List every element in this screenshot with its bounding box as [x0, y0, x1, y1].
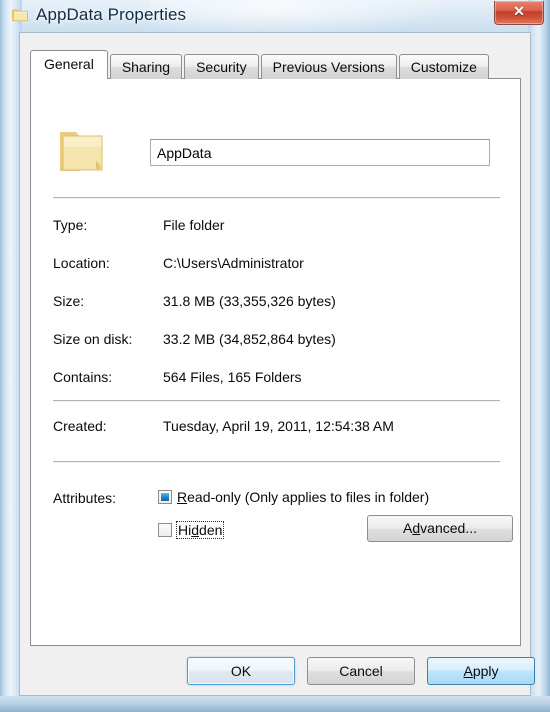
hidden-prefix: Hi — [178, 522, 192, 538]
folder-name-input[interactable] — [150, 139, 490, 166]
property-label-location: Location: — [53, 255, 110, 271]
advanced-prefix: A — [403, 520, 413, 536]
property-label-type: Type: — [53, 217, 88, 233]
separator-middle — [53, 400, 500, 402]
ok-button[interactable]: OK — [187, 657, 295, 685]
cancel-button[interactable]: Cancel — [307, 657, 415, 685]
property-value-type: File folder — [163, 217, 225, 233]
tab-previous-versions[interactable]: Previous Versions — [260, 54, 397, 79]
window-frame-bottom — [0, 696, 550, 712]
attributes-label: Attributes: — [53, 490, 117, 506]
readonly-checkbox[interactable] — [158, 490, 172, 504]
tab-strip: General Sharing Security Previous Versio… — [30, 50, 491, 79]
readonly-checkbox-label: Read-only (Only applies to files in fold… — [177, 489, 429, 505]
large-folder-icon — [60, 132, 103, 171]
separator-top — [53, 197, 500, 199]
property-value-location: C:\Users\Administrator — [163, 255, 304, 271]
advanced-suffix: vanced... — [420, 520, 477, 536]
close-icon: ✕ — [513, 3, 525, 19]
apply-suffix: pply — [472, 663, 499, 679]
window-title: AppData Properties — [36, 5, 187, 24]
readonly-mnemonic: R — [177, 489, 188, 505]
dialog-client-area: General Sharing Security Previous Versio… — [19, 32, 535, 696]
property-label-size: Size: — [53, 293, 85, 309]
properties-dialog-window: AppData Properties ✕ General Sharing Sec… — [0, 0, 550, 712]
property-value-contains: 564 Files, 165 Folders — [163, 369, 302, 385]
hidden-checkbox-label: Hidden — [176, 521, 225, 539]
apply-button[interactable]: Apply — [427, 657, 535, 685]
hidden-checkbox[interactable] — [158, 523, 172, 537]
property-value-size-on-disk: 33.2 MB (34,852,864 bytes) — [163, 331, 336, 347]
advanced-mnemonic: d — [412, 520, 421, 536]
separator-attributes — [53, 461, 500, 463]
hidden-mnemonic: d — [191, 522, 200, 538]
hidden-checkbox-row[interactable]: Hidden — [158, 520, 225, 540]
advanced-button[interactable]: Advanced... — [367, 515, 513, 542]
property-label-contains: Contains: — [53, 369, 113, 385]
tab-security[interactable]: Security — [184, 54, 259, 79]
readonly-checkbox-row[interactable]: Read-only (Only applies to files in fold… — [158, 487, 429, 507]
tab-sharing[interactable]: Sharing — [109, 54, 183, 79]
property-value-created: Tuesday, April 19, 2011, 12:54:38 AM — [163, 418, 394, 434]
folder-icon — [12, 9, 28, 22]
property-label-created: Created: — [53, 418, 107, 434]
property-label-size-on-disk: Size on disk: — [53, 331, 133, 347]
close-button[interactable]: ✕ — [494, 1, 544, 25]
readonly-text: ead-only (Only applies to files in folde… — [187, 489, 430, 505]
tab-page-general: Type: File folder Location: C:\Users\Adm… — [30, 78, 521, 646]
apply-mnemonic: A — [463, 663, 473, 679]
button-bar-divider — [20, 646, 530, 647]
hidden-suffix: den — [199, 522, 223, 538]
window-frame-right — [528, 0, 550, 712]
tab-customize[interactable]: Customize — [398, 54, 489, 79]
tab-general[interactable]: General — [30, 50, 108, 79]
property-value-size: 31.8 MB (33,355,326 bytes) — [163, 293, 336, 309]
